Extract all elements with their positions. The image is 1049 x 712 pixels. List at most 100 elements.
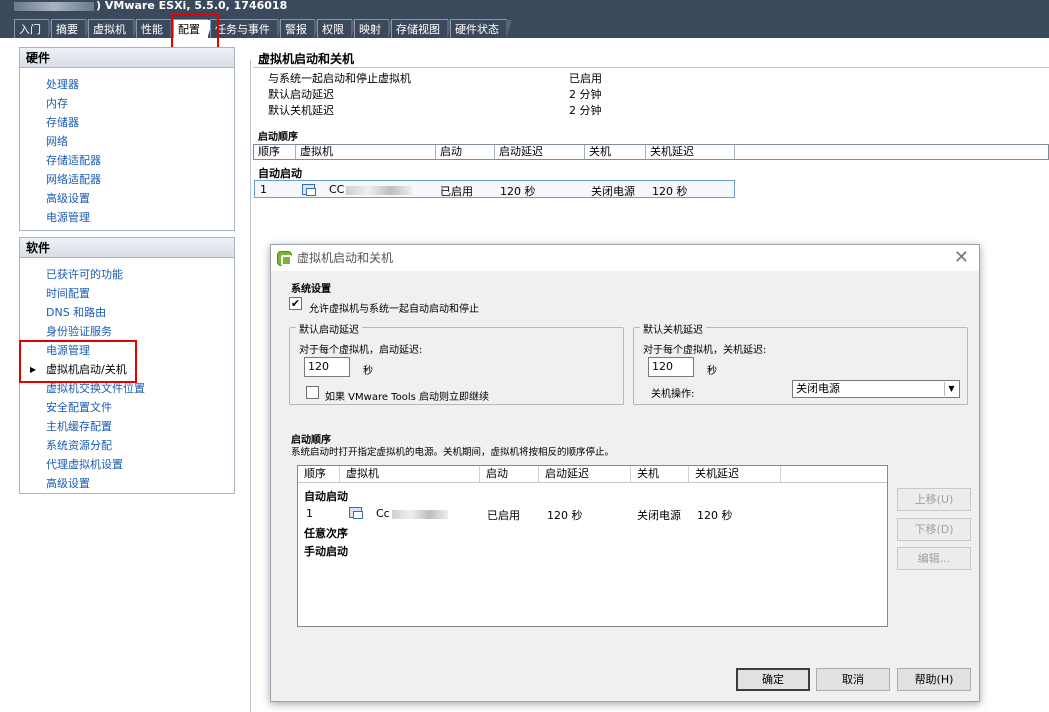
panel-divider [250, 60, 251, 712]
stop-delay-desc: 对于每个虚拟机，关机延迟: [643, 345, 767, 356]
col-order[interactable]: 顺序 [254, 145, 296, 159]
tools-continue-checkbox[interactable] [306, 386, 319, 399]
nav-advanced-settings-hw[interactable]: 高级设置 [20, 189, 234, 208]
ok-button[interactable]: 确定 [736, 668, 810, 691]
dialog-title: 虚拟机启动和关机 [297, 251, 394, 265]
window-header: ) VMware ESXi, 5.5.0, 1746018 入门 摘要 虚拟机 … [0, 0, 1049, 39]
software-heading: 软件 [20, 238, 234, 258]
col-startup[interactable]: 启动 [436, 145, 495, 159]
row-vm: CC [329, 183, 413, 196]
nav-processors[interactable]: 处理器 [20, 75, 234, 94]
stop-delay-unit: 秒 [707, 366, 717, 377]
col-shutdown[interactable]: 关机 [585, 145, 646, 159]
vsphere-icon [277, 251, 292, 266]
row-startup: 已启用 [487, 509, 520, 522]
tab-summary[interactable]: 摘要 [51, 19, 91, 39]
host-title: ) VMware ESXi, 5.5.0, 1746018 [14, 0, 287, 12]
nav-advanced-settings-sw[interactable]: 高级设置 [20, 474, 234, 493]
tab-performance[interactable]: 性能 [136, 19, 176, 39]
shutdown-action-label: 关机操作: [651, 389, 695, 400]
tab-maps[interactable]: 映射 [354, 19, 394, 39]
tab-alarms[interactable]: 警报 [280, 19, 320, 39]
row-order: 1 [260, 183, 267, 196]
col-vm[interactable]: 虚拟机 [340, 466, 480, 482]
col-shutdown-delay[interactable]: 关机延迟 [689, 466, 781, 482]
nav-host-cache-configuration[interactable]: 主机缓存配置 [20, 417, 234, 436]
nav-licensed-features[interactable]: 已获许可的功能 [20, 265, 234, 284]
allow-autostart-checkbox[interactable]: ✔ [289, 297, 302, 310]
group-auto-startup: 自动启动 [304, 490, 348, 503]
redacted-vm-name [346, 185, 413, 195]
nav-storage[interactable]: 存储器 [20, 113, 234, 132]
dialog-titlebar: 虚拟机启动和关机 ✕ [271, 245, 979, 271]
move-up-button[interactable]: 上移(U) [897, 488, 971, 511]
redacted-hostname [14, 1, 94, 11]
tab-virtual-machines[interactable]: 虚拟机 [88, 19, 139, 39]
main-tabs: 入门 摘要 虚拟机 性能 配置 任务与事件 警报 权限 映射 存储视图 硬件状态 [14, 19, 512, 39]
nav-power-management-hw[interactable]: 电源管理 [20, 208, 234, 227]
nav-security-profile[interactable]: 安全配置文件 [20, 398, 234, 417]
group-any-order: 任意次序 [304, 527, 348, 540]
setting-value-stop-delay: 2 分钟 [569, 104, 602, 117]
col-filler [781, 466, 887, 482]
col-shutdown-delay[interactable]: 关机延迟 [646, 145, 735, 159]
col-filler [735, 145, 1048, 159]
system-settings-title: 系统设置 [291, 284, 331, 295]
nav-network-adapters[interactable]: 网络适配器 [20, 170, 234, 189]
stop-delay-input[interactable]: 120 [648, 357, 694, 377]
col-startup[interactable]: 启动 [480, 466, 539, 482]
col-startup-delay[interactable]: 启动延迟 [539, 466, 631, 482]
setting-label-start-delay: 默认启动延迟 [268, 88, 334, 101]
close-icon[interactable]: ✕ [954, 247, 969, 269]
chevron-down-icon[interactable]: ▼ [944, 382, 958, 396]
nav-agent-vm-settings[interactable]: 代理虚拟机设置 [20, 455, 234, 474]
col-shutdown[interactable]: 关机 [631, 466, 689, 482]
help-button[interactable]: 帮助(H) [897, 668, 971, 691]
tab-storage-views[interactable]: 存储视图 [391, 19, 453, 39]
tab-hardware-status[interactable]: 硬件状态 [450, 19, 512, 39]
startup-shutdown-dialog: 虚拟机启动和关机 ✕ 系统设置 ✔ 允许虚拟机与系统一起自动启动和停止 默认启动… [270, 244, 980, 702]
nav-time-configuration[interactable]: 时间配置 [20, 284, 234, 303]
group-auto-startup: 自动启动 [258, 167, 302, 180]
row-vm[interactable]: Cc [376, 507, 448, 520]
col-order[interactable]: 顺序 [298, 466, 340, 482]
row-order[interactable]: 1 [306, 507, 313, 520]
nav-storage-adapters[interactable]: 存储适配器 [20, 151, 234, 170]
vm-icon [349, 507, 363, 519]
nav-networking[interactable]: 网络 [20, 132, 234, 151]
nav-authentication-services[interactable]: 身份验证服务 [20, 322, 234, 341]
group-manual-startup: 手动启动 [304, 545, 348, 558]
list-header: 顺序 虚拟机 启动 启动延迟 关机 关机延迟 [298, 466, 887, 483]
nav-dns-routing[interactable]: DNS 和路由 [20, 303, 234, 322]
tab-tasks-events[interactable]: 任务与事件 [210, 19, 283, 39]
hardware-heading: 硬件 [20, 48, 234, 68]
col-vm[interactable]: 虚拟机 [296, 145, 436, 159]
row-shutdown: 关闭电源 [591, 185, 635, 198]
start-delay-input[interactable]: 120 [304, 357, 350, 377]
edit-button[interactable]: 编辑... [897, 547, 971, 570]
tab-permissions[interactable]: 权限 [317, 19, 357, 39]
redacted-vm-name [391, 509, 448, 519]
shutdown-action-value: 关闭电源 [796, 382, 840, 395]
hardware-panel: 硬件 处理器 内存 存储器 网络 存储适配器 网络适配器 高级设置 电源管理 [19, 47, 235, 231]
row-shutdown-delay: 120 秒 [652, 185, 688, 198]
page-title: 虚拟机启动和关机 [258, 52, 355, 66]
move-down-button[interactable]: 下移(D) [897, 518, 971, 541]
setting-value-start-delay: 2 分钟 [569, 88, 602, 101]
setting-label-autostart: 与系统一起启动和停止虚拟机 [268, 72, 411, 85]
startup-order-list: 顺序 虚拟机 启动 启动延迟 关机 关机延迟 自动启动 1 Cc 已启用 120… [297, 465, 888, 627]
col-startup-delay[interactable]: 启动延迟 [495, 145, 585, 159]
host-version: VMware ESXi, 5.5.0, 1746018 [104, 0, 288, 12]
setting-label-stop-delay: 默认关机延迟 [268, 104, 334, 117]
start-delay-desc: 对于每个虚拟机，启动延迟: [299, 345, 423, 356]
nav-memory[interactable]: 内存 [20, 94, 234, 113]
divider [253, 67, 1049, 68]
start-delay-group-label: 默认启动延迟 [296, 321, 362, 336]
vm-icon [302, 184, 316, 196]
nav-system-resource-allocation[interactable]: 系统资源分配 [20, 436, 234, 455]
tab-getting-started[interactable]: 入门 [14, 19, 54, 39]
cancel-button[interactable]: 取消 [816, 668, 890, 691]
shutdown-action-select[interactable]: 关闭电源 ▼ [792, 380, 960, 398]
stop-delay-group-label: 默认关机延迟 [640, 321, 706, 336]
row-shutdown: 关闭电源 [637, 509, 681, 522]
